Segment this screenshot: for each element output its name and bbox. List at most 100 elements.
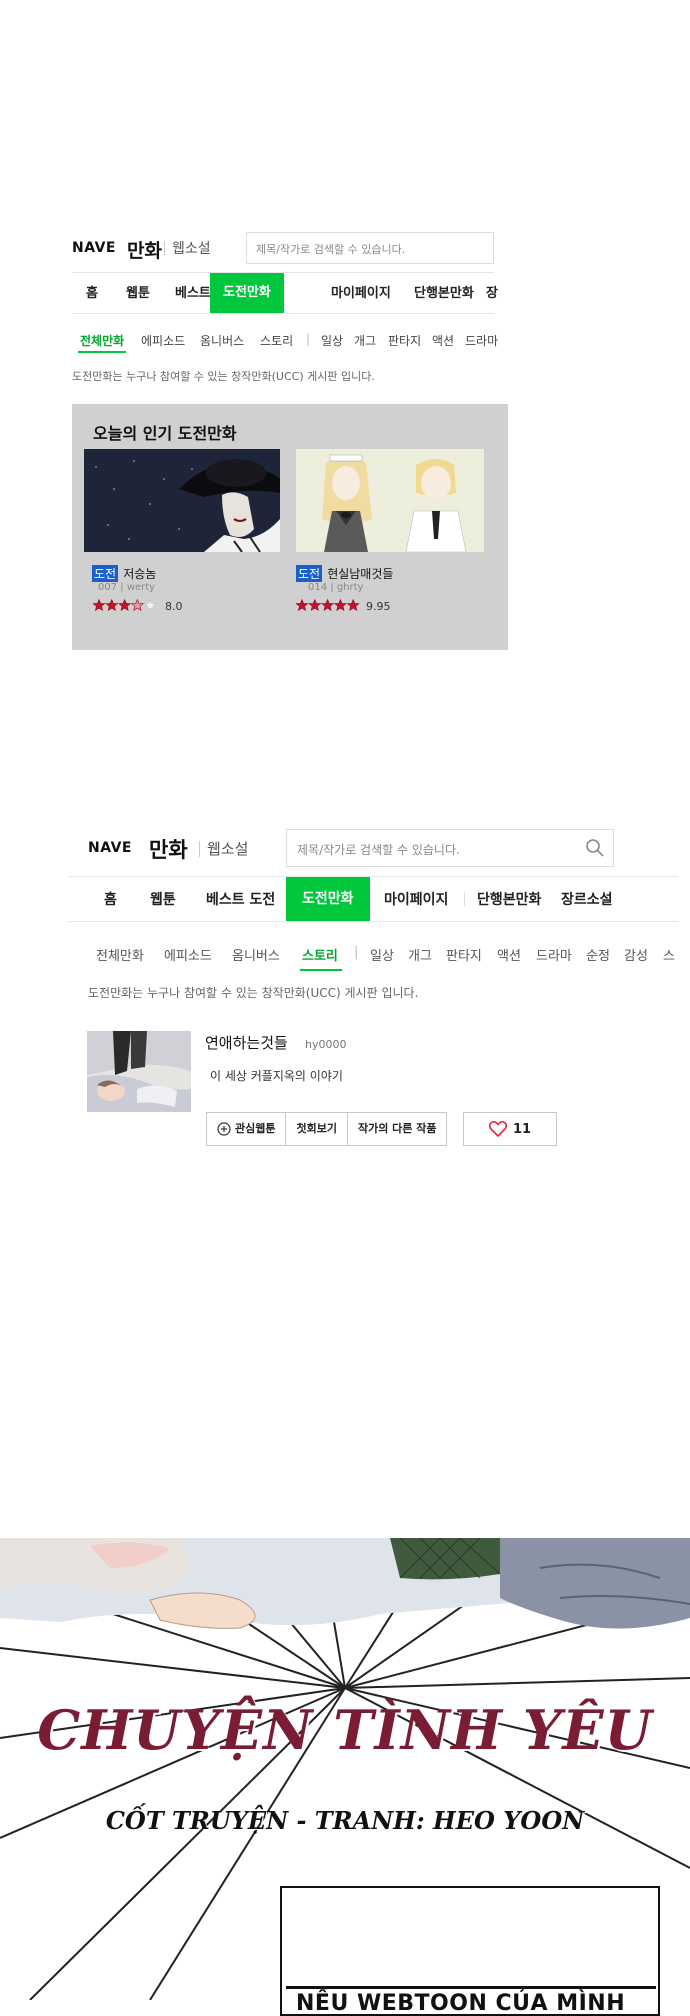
subtab-emotion[interactable]: 감성 <box>624 945 648 964</box>
subtab-drama[interactable]: 드라마 <box>536 945 572 964</box>
webnovel-link[interactable]: 웹소설 <box>207 838 248 859</box>
tab-genre[interactable]: 장 <box>486 282 498 301</box>
subtab-action[interactable]: 액션 <box>497 945 521 964</box>
heart-icon <box>488 1121 507 1137</box>
card-title-row-1[interactable]: 도전 저승놈 <box>92 563 156 582</box>
favorite-label: 관심웹툰 <box>235 1122 276 1135</box>
divider <box>199 841 200 857</box>
work-author[interactable]: hy0000 <box>305 1038 346 1051</box>
tab-home[interactable]: 홈 <box>86 282 98 301</box>
subnav-divider: | <box>306 332 311 346</box>
tab-challenge[interactable]: 도전만화 <box>210 273 284 313</box>
subtab-fantasy[interactable]: 판타지 <box>388 332 421 349</box>
rating-value: 9.95 <box>366 600 391 613</box>
subtab-drama[interactable]: 드라마 <box>465 332 498 349</box>
subtab-omnibus[interactable]: 옴니버스 <box>232 945 280 964</box>
comic-title: CHUYỆN TÌNH YÊU <box>37 1698 653 1762</box>
main-nav: 홈 웹툰 베스트 도전 도전만화 마이페이지 단행본만화 장 <box>72 272 498 314</box>
board-description: 도전만화는 누구나 참여할 수 있는 창작만화(UCC) 게시판 입니다. <box>72 370 375 383</box>
tab-mypage[interactable]: 마이페이지 <box>384 889 448 909</box>
nav-divider <box>464 892 465 906</box>
subtab-omnibus[interactable]: 옴니버스 <box>200 332 244 349</box>
work-thumbnail[interactable] <box>87 1031 191 1112</box>
tab-webtoon[interactable]: 웹툰 <box>150 889 176 909</box>
subtab-fantasy[interactable]: 판타지 <box>446 945 482 964</box>
like-button[interactable]: 11 <box>463 1112 557 1146</box>
work-title[interactable]: 연애하는것들 <box>205 1032 288 1053</box>
star-filled-icon <box>130 598 144 612</box>
caption-text: NẾU WEBTOON CỦA MÌNH <box>296 1991 626 2016</box>
card-title[interactable]: 현실남매것들 <box>327 567 393 581</box>
star-filled-icon <box>295 598 309 612</box>
active-subtab-underline <box>78 351 126 353</box>
challenge-badge: 도전 <box>92 565 119 582</box>
tab-webtoon[interactable]: 웹툰 <box>126 282 150 301</box>
like-count: 11 <box>512 1121 532 1137</box>
popular-heading: 오늘의 인기 도전만화 <box>93 424 237 443</box>
search-icon[interactable] <box>585 838 605 858</box>
subtab-romance[interactable]: 순정 <box>586 945 610 964</box>
rating-value: 8.0 <box>165 600 183 613</box>
caption-divider <box>286 1986 656 1989</box>
favorite-webtoon-button[interactable]: 관심웹툰 <box>207 1113 287 1145</box>
subtab-daily[interactable]: 일상 <box>321 332 343 349</box>
subtab-all[interactable]: 전체만화 <box>80 332 124 349</box>
subtab-story[interactable]: 스토리 <box>260 332 293 349</box>
star-filled-icon <box>346 598 360 612</box>
star-filled-icon <box>321 598 335 612</box>
subtab-episode[interactable]: 에피소드 <box>141 332 185 349</box>
card-meta: 014 | ghrty <box>308 582 364 593</box>
subtab-all[interactable]: 전체만화 <box>96 945 144 964</box>
subtab-comedy[interactable]: 개그 <box>354 332 376 349</box>
card-title[interactable]: 저승놈 <box>123 567 156 581</box>
board-description: 도전만화는 누구나 참여할 수 있는 창작만화(UCC) 게시판 입니다. <box>88 986 419 1000</box>
search-placeholder: 제목/작가로 검색할 수 있습니다. <box>297 843 460 857</box>
stars-svg <box>295 598 360 612</box>
subtab-daily[interactable]: 일상 <box>370 945 394 964</box>
star-filled-icon <box>118 598 132 612</box>
stars-svg <box>92 598 157 612</box>
tab-books[interactable]: 단행본만화 <box>414 282 474 301</box>
comics-title[interactable]: 만화 <box>127 236 162 263</box>
subtab-story[interactable]: 스토리 <box>302 945 338 964</box>
divider <box>164 241 165 255</box>
subtab-episode[interactable]: 에피소드 <box>164 945 212 964</box>
search-placeholder: 제목/작가로 검색할 수 있습니다. <box>256 243 406 256</box>
first-episode-button[interactable]: 첫회보기 <box>286 1113 348 1145</box>
webnovel-link[interactable]: 웹소설 <box>172 238 211 258</box>
subnav-divider: | <box>354 945 359 960</box>
tab-genre-novel[interactable]: 장르소설 <box>561 889 613 909</box>
subtab-sports[interactable]: 스 <box>663 945 675 964</box>
plus-circle-icon <box>217 1122 231 1136</box>
naver-logo[interactable]: NAVE <box>88 840 132 856</box>
active-subtab-underline <box>300 969 342 971</box>
star-rating <box>92 597 157 616</box>
card-title-row-2[interactable]: 도전 현실남매것들 <box>296 563 393 582</box>
main-nav: 홈 웹툰 베스트 도전 도전만화 마이페이지 단행본만화 장르소설 <box>68 876 678 922</box>
other-works-button[interactable]: 작가의 다른 작품 <box>348 1113 447 1145</box>
card-meta: 007 | werty <box>98 582 156 593</box>
subtab-comedy[interactable]: 개그 <box>408 945 432 964</box>
star-filled-icon <box>308 598 322 612</box>
card-thumbnail-1[interactable] <box>84 449 280 552</box>
star-filled-icon <box>105 598 119 612</box>
star-empty-icon <box>143 598 157 612</box>
card-rating-row-1: 8.0 <box>92 597 183 616</box>
comic-credit: CỐT TRUYỆN - TRANH: HEO YOON <box>105 1806 585 1835</box>
work-action-buttons: 관심웹툰 첫회보기 작가의 다른 작품 <box>206 1112 448 1146</box>
tab-challenge[interactable]: 도전만화 <box>286 877 370 921</box>
star-filled-icon <box>333 598 347 612</box>
star-filled-icon <box>92 598 106 612</box>
star-rating <box>295 597 360 616</box>
challenge-badge: 도전 <box>296 565 323 582</box>
card-rating-row-2: 9.95 <box>295 597 391 616</box>
comics-title[interactable]: 만화 <box>149 834 188 864</box>
tab-best-challenge[interactable]: 베스트 도전 <box>206 889 275 909</box>
naver-logo[interactable]: NAVE <box>72 240 116 256</box>
tab-books[interactable]: 단행본만화 <box>477 889 541 909</box>
subtab-action[interactable]: 액션 <box>432 332 454 349</box>
tab-home[interactable]: 홈 <box>104 889 117 909</box>
card-thumbnail-2[interactable] <box>296 449 484 552</box>
tab-mypage[interactable]: 마이페이지 <box>331 282 391 301</box>
work-summary: 이 세상 커플지옥의 이야기 <box>210 1069 343 1083</box>
